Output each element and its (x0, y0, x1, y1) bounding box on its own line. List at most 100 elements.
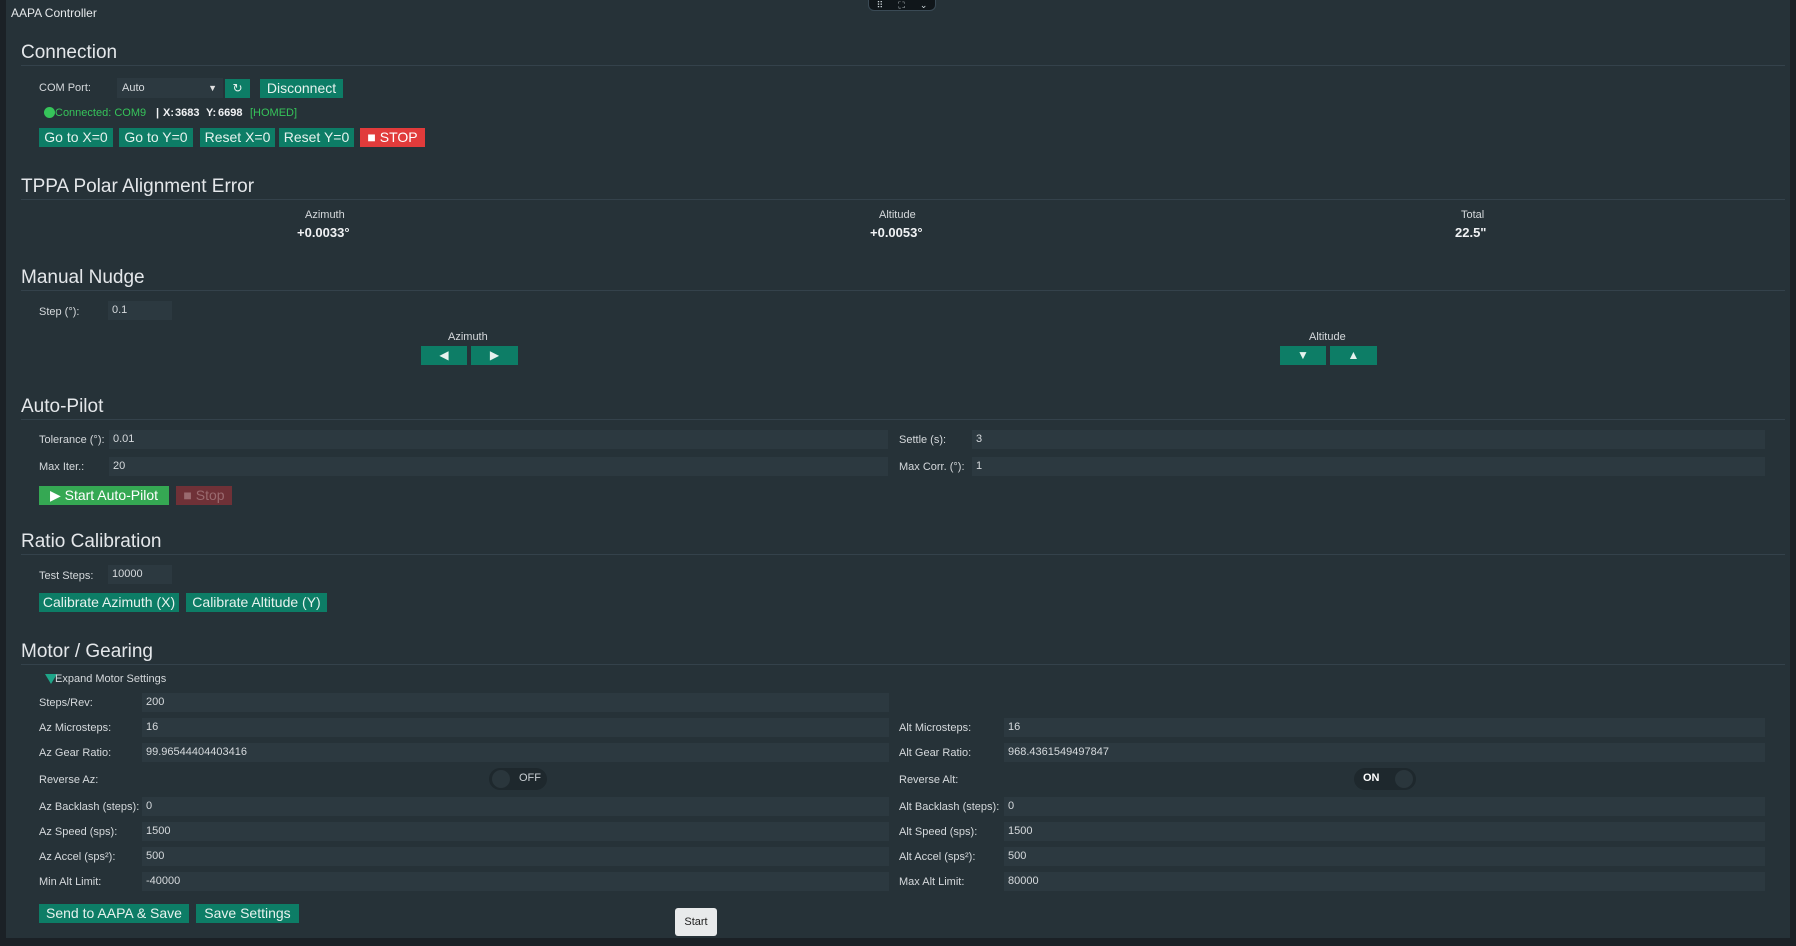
az-speed-label: Az Speed (sps): (39, 826, 118, 838)
reset-y0-button[interactable]: Reset Y=0 (279, 128, 354, 147)
chevron-down-icon[interactable]: ⌄ (920, 1, 928, 10)
altitude-up-button[interactable]: ▲ (1330, 346, 1377, 365)
settle-label: Settle (s): (899, 434, 947, 446)
com-port-select[interactable]: Auto ▼ (117, 78, 223, 98)
tppa-altitude-value: +0.0053° (870, 225, 923, 240)
nudge-altitude-label: Altitude (1309, 331, 1346, 343)
go-to-x0-button[interactable]: Go to X=0 (39, 128, 113, 147)
az-backlash-input[interactable]: 0 (142, 797, 889, 816)
azimuth-right-button[interactable]: ▶ (471, 346, 518, 365)
arrow-right-icon: ▶ (489, 348, 500, 362)
bottom-strip (0, 938, 1796, 946)
window-title: AAPA Controller (11, 6, 97, 20)
expand-motor-settings-toggle[interactable]: Expand Motor Settings (55, 673, 166, 685)
stop-autopilot-button[interactable]: ■ Stop (176, 486, 232, 505)
title-bar: AAPA Controller ⠿ ⛶ ⌄ (6, 0, 1790, 24)
chevron-down-icon: ▼ (208, 83, 217, 93)
reverse-alt-toggle[interactable]: ON (1354, 768, 1416, 790)
min-alt-limit-input[interactable]: -40000 (142, 872, 889, 891)
divider (21, 554, 1785, 555)
fullscreen-icon[interactable]: ⛶ (898, 1, 904, 10)
toggle-knob (1395, 770, 1413, 788)
alt-gear-ratio-input[interactable]: 968.4361549497847 (1004, 743, 1765, 762)
tppa-total-value: 22.5" (1455, 225, 1487, 240)
step-input[interactable]: 0.1 (108, 301, 172, 320)
start-autopilot-button[interactable]: ▶ Start Auto-Pilot (39, 486, 169, 505)
send-to-aapa-save-button[interactable]: Send to AAPA & Save (39, 904, 189, 923)
reset-x0-button[interactable]: Reset X=0 (200, 128, 275, 147)
tppa-azimuth-label: Azimuth (305, 209, 345, 221)
settle-input[interactable]: 3 (972, 430, 1765, 449)
x-position-label: X: (163, 107, 174, 119)
altitude-down-button[interactable]: ▼ (1280, 346, 1326, 365)
tppa-altitude-label: Altitude (879, 209, 916, 221)
grid-icon[interactable]: ⠿ (877, 1, 884, 10)
az-accel-label: Az Accel (sps²): (39, 851, 116, 863)
test-steps-label: Test Steps: (39, 570, 94, 582)
tppa-total-label: Total (1461, 209, 1485, 221)
nudge-title: Manual Nudge (21, 267, 145, 288)
start-button[interactable]: Start (675, 908, 717, 936)
tppa-azimuth-value: +0.0033° (297, 225, 350, 240)
max-corr-label: Max Corr. (°): (899, 461, 965, 473)
y-position-value: 6698 (218, 107, 243, 119)
x-position-value: 3683 (175, 107, 200, 119)
reverse-alt-label: Reverse Alt: (899, 774, 959, 786)
az-microsteps-label: Az Microsteps: (39, 722, 112, 734)
save-settings-button[interactable]: Save Settings (196, 904, 299, 923)
toggle-knob (492, 770, 510, 788)
nudge-azimuth-label: Azimuth (448, 331, 488, 343)
divider (21, 199, 1785, 200)
az-accel-input[interactable]: 500 (142, 847, 889, 866)
com-port-value: Auto (122, 82, 145, 94)
steps-rev-input[interactable]: 200 (142, 693, 889, 712)
divider (21, 419, 1785, 420)
divider (21, 664, 1785, 665)
go-to-y0-button[interactable]: Go to Y=0 (119, 128, 193, 147)
az-speed-input[interactable]: 1500 (142, 822, 889, 841)
az-microsteps-input[interactable]: 16 (142, 718, 889, 737)
alt-microsteps-input[interactable]: 16 (1004, 718, 1765, 737)
max-alt-limit-input[interactable]: 80000 (1004, 872, 1765, 891)
connection-status: Connected: COM9 (55, 107, 147, 119)
max-iter-input[interactable]: 20 (109, 457, 888, 476)
step-label: Step (°): (39, 306, 80, 318)
max-alt-limit-label: Max Alt Limit: (899, 876, 965, 888)
tolerance-input[interactable]: 0.01 (109, 430, 888, 449)
stop-button[interactable]: ■ STOP (360, 128, 425, 147)
position-separator: | (156, 107, 160, 119)
azimuth-left-button[interactable]: ◀ (421, 346, 467, 365)
reverse-az-state: OFF (519, 772, 541, 784)
divider (21, 65, 1785, 66)
alt-backlash-input[interactable]: 0 (1004, 797, 1765, 816)
alt-accel-input[interactable]: 500 (1004, 847, 1765, 866)
max-corr-input[interactable]: 1 (972, 457, 1765, 476)
motor-title: Motor / Gearing (21, 641, 153, 662)
disconnect-button[interactable]: Disconnect (260, 79, 343, 98)
alt-microsteps-label: Alt Microsteps: (899, 722, 972, 734)
alt-accel-label: Alt Accel (sps²): (899, 851, 976, 863)
refresh-button[interactable]: ↻ (225, 79, 250, 98)
connected-status-icon (44, 107, 55, 118)
connection-title: Connection (21, 42, 118, 63)
stop-icon: ■ (367, 129, 376, 145)
az-backlash-label: Az Backlash (steps): (39, 801, 140, 813)
az-gear-ratio-input[interactable]: 99.96544404403416 (142, 743, 889, 762)
ratio-title: Ratio Calibration (21, 531, 162, 552)
arrow-down-icon: ▼ (1297, 348, 1309, 362)
arrow-left-icon: ◀ (439, 348, 449, 362)
stop-label: STOP (379, 129, 418, 145)
com-port-label: COM Port: (39, 82, 91, 94)
steps-rev-label: Steps/Rev: (39, 697, 93, 709)
calibrate-altitude-button[interactable]: Calibrate Altitude (Y) (186, 593, 327, 612)
calibrate-azimuth-button[interactable]: Calibrate Azimuth (X) (39, 593, 179, 612)
window-controls[interactable]: ⠿ ⛶ ⌄ (868, 0, 936, 11)
test-steps-input[interactable]: 10000 (108, 565, 172, 584)
tolerance-label: Tolerance (°): (39, 434, 105, 446)
arrow-up-icon: ▲ (1347, 348, 1360, 362)
alt-speed-label: Alt Speed (sps): (899, 826, 978, 838)
alt-speed-input[interactable]: 1500 (1004, 822, 1765, 841)
y-position-label: Y: (206, 107, 217, 119)
reverse-alt-state: ON (1363, 772, 1380, 784)
reverse-az-toggle[interactable]: OFF (489, 768, 547, 790)
